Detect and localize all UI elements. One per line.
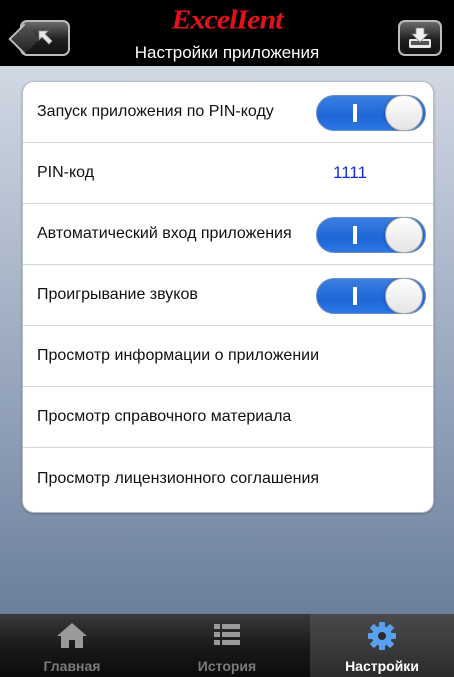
page-title: Настройки приложения — [134, 43, 320, 62]
sounds-toggle[interactable] — [316, 278, 426, 314]
setting-label: Просмотр лицензионного соглашения — [37, 469, 320, 487]
main-content: Запуск приложения по PIN-коду PIN-код 11… — [0, 66, 454, 614]
toggle-knob — [385, 217, 423, 253]
setting-row-sounds: Проигрывание звуков — [23, 265, 433, 326]
setting-row-pin-code[interactable]: PIN-код 1111 — [23, 143, 433, 204]
download-button[interactable] — [398, 20, 442, 56]
brand-logo: ExcelIent — [171, 4, 284, 35]
setting-row-help[interactable]: Просмотр справочного материала — [23, 387, 433, 448]
setting-label: Запуск приложения по PIN-коду — [37, 103, 274, 120]
setting-row-app-info[interactable]: Просмотр информации о приложении — [23, 326, 433, 387]
tab-bar: Главная История Настройки — [0, 614, 454, 677]
app-header: ExcelIent Настройки приложения — [0, 0, 454, 66]
download-icon — [409, 27, 431, 48]
toggle-on-mark — [353, 104, 357, 122]
setting-label: Проигрывание звуков — [37, 286, 198, 303]
tab-label: Настройки — [345, 658, 419, 674]
tab-label: История — [197, 658, 257, 674]
toggle-on-mark — [353, 287, 357, 305]
setting-row-pin-launch: Запуск приложения по PIN-коду — [23, 82, 433, 143]
gear-icon — [368, 622, 396, 650]
toggle-knob — [385, 95, 423, 131]
setting-row-auto-login: Автоматический вход приложения — [23, 204, 433, 265]
tab-label: Главная — [43, 658, 101, 674]
setting-label: Просмотр справочного материала — [37, 408, 292, 425]
settings-list: Запуск приложения по PIN-коду PIN-код 11… — [22, 81, 434, 513]
setting-label: PIN-код — [37, 164, 95, 181]
auto-login-toggle[interactable] — [316, 217, 426, 253]
setting-label: Просмотр информации о приложении — [37, 347, 320, 364]
toggle-on-mark — [353, 226, 357, 244]
toggle-knob — [385, 278, 423, 314]
list-icon — [214, 624, 240, 645]
home-icon — [57, 623, 87, 648]
pin-launch-toggle[interactable] — [316, 95, 426, 131]
tab-home[interactable]: Главная — [0, 614, 144, 677]
pin-value[interactable]: 1111 — [333, 163, 367, 183]
setting-label: Автоматический вход приложения — [37, 225, 292, 242]
setting-row-license[interactable]: Просмотр лицензионного соглашения — [23, 448, 433, 509]
tab-settings[interactable]: Настройки — [310, 614, 454, 677]
tab-history[interactable]: История — [155, 614, 299, 677]
